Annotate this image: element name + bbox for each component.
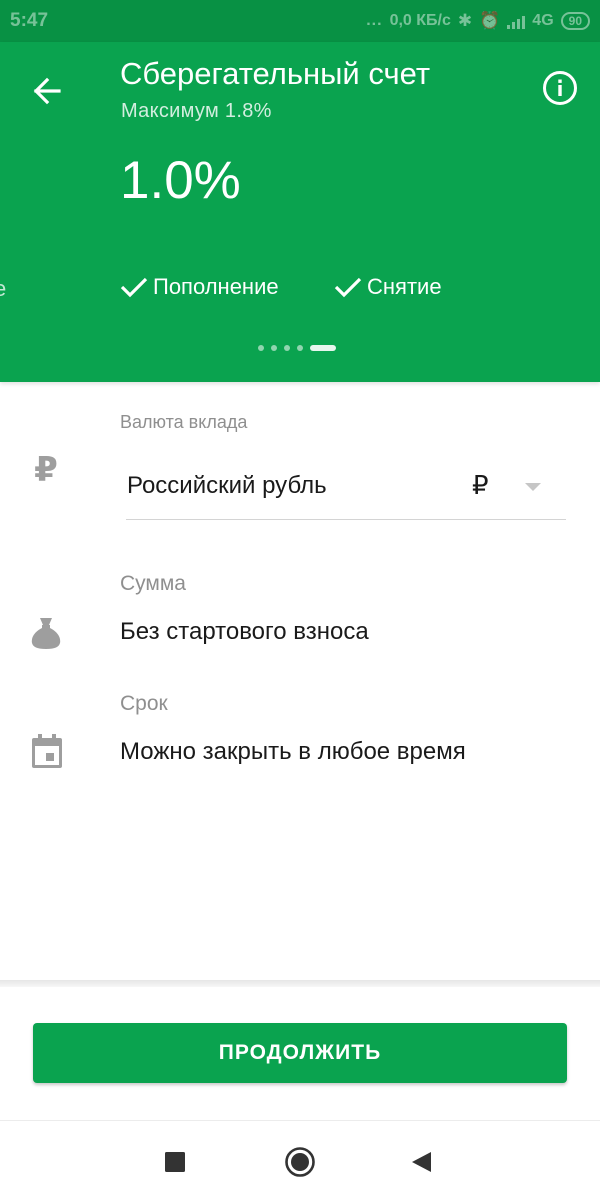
interest-rate: 1.0%: [120, 151, 241, 210]
feature-withdrawal: Снятие: [334, 274, 442, 300]
currency-select[interactable]: Российский рубль ₽: [126, 458, 566, 520]
signal-icon: [507, 14, 526, 29]
system-back-button[interactable]: [398, 1139, 444, 1185]
feature-top-up-label: Пополнение: [153, 274, 279, 299]
check-icon: [334, 277, 362, 298]
card-pager[interactable]: [258, 345, 336, 351]
product-title: Сберегательный счет: [120, 56, 431, 91]
term-value: Можно закрыть в любое время: [120, 738, 466, 765]
bottom-divider: [0, 980, 600, 987]
amount-value: Без стартового взноса: [120, 618, 369, 645]
status-time: 5:47: [10, 10, 49, 31]
home-circle-icon: [285, 1147, 315, 1177]
info-icon: [543, 71, 577, 105]
feature-top-up: Пополнение: [120, 274, 279, 300]
status-bar: 5:47 ... 0,0 КБ/с ✱ ⏰ 4G 90: [0, 0, 600, 42]
feature-withdrawal-label: Снятие: [367, 274, 442, 299]
calendar-icon: [28, 732, 66, 770]
currency-value: Российский рубль: [127, 472, 327, 499]
ruble-icon: ₽: [34, 451, 58, 489]
pager-dot[interactable]: [284, 345, 290, 351]
term-label: Срок: [120, 692, 168, 715]
currency-symbol: ₽: [472, 470, 489, 500]
bluetooth-icon: ✱: [457, 11, 473, 30]
product-header: Сберегательный счет Максимум 1.8% 1.0% е…: [0, 42, 600, 382]
alarm-icon: ⏰: [479, 11, 501, 30]
status-indicators: ... 0,0 КБ/с ✱ ⏰ 4G 90: [366, 10, 590, 32]
back-triangle-icon: [412, 1152, 431, 1172]
pager-dot[interactable]: [271, 345, 277, 351]
network-type: 4G: [532, 12, 554, 29]
previous-card-peek: е: [0, 276, 7, 301]
pager-dot-active[interactable]: [310, 345, 336, 351]
currency-label: Валюта вклада: [120, 412, 248, 432]
amount-label: Сумма: [120, 572, 186, 595]
network-speed: 0,0 КБ/с: [389, 12, 451, 29]
battery-icon: 90: [560, 12, 590, 30]
money-bag-icon: [26, 612, 66, 652]
recents-button[interactable]: [152, 1139, 198, 1185]
pager-dot[interactable]: [258, 345, 264, 351]
continue-button[interactable]: ПРОДОЛЖИТЬ: [33, 1023, 567, 1083]
max-rate-subtitle: Максимум 1.8%: [121, 100, 272, 122]
pager-dot[interactable]: [297, 345, 303, 351]
back-button[interactable]: [24, 68, 70, 114]
info-button[interactable]: [538, 66, 582, 110]
chevron-down-icon: [525, 483, 541, 491]
arrow-left-icon: [33, 77, 61, 105]
home-button[interactable]: [277, 1139, 323, 1185]
system-nav-bar: [0, 1120, 600, 1200]
check-icon: [120, 277, 148, 298]
status-notification-dots: ...: [366, 12, 383, 29]
recents-square-icon: [165, 1152, 185, 1172]
